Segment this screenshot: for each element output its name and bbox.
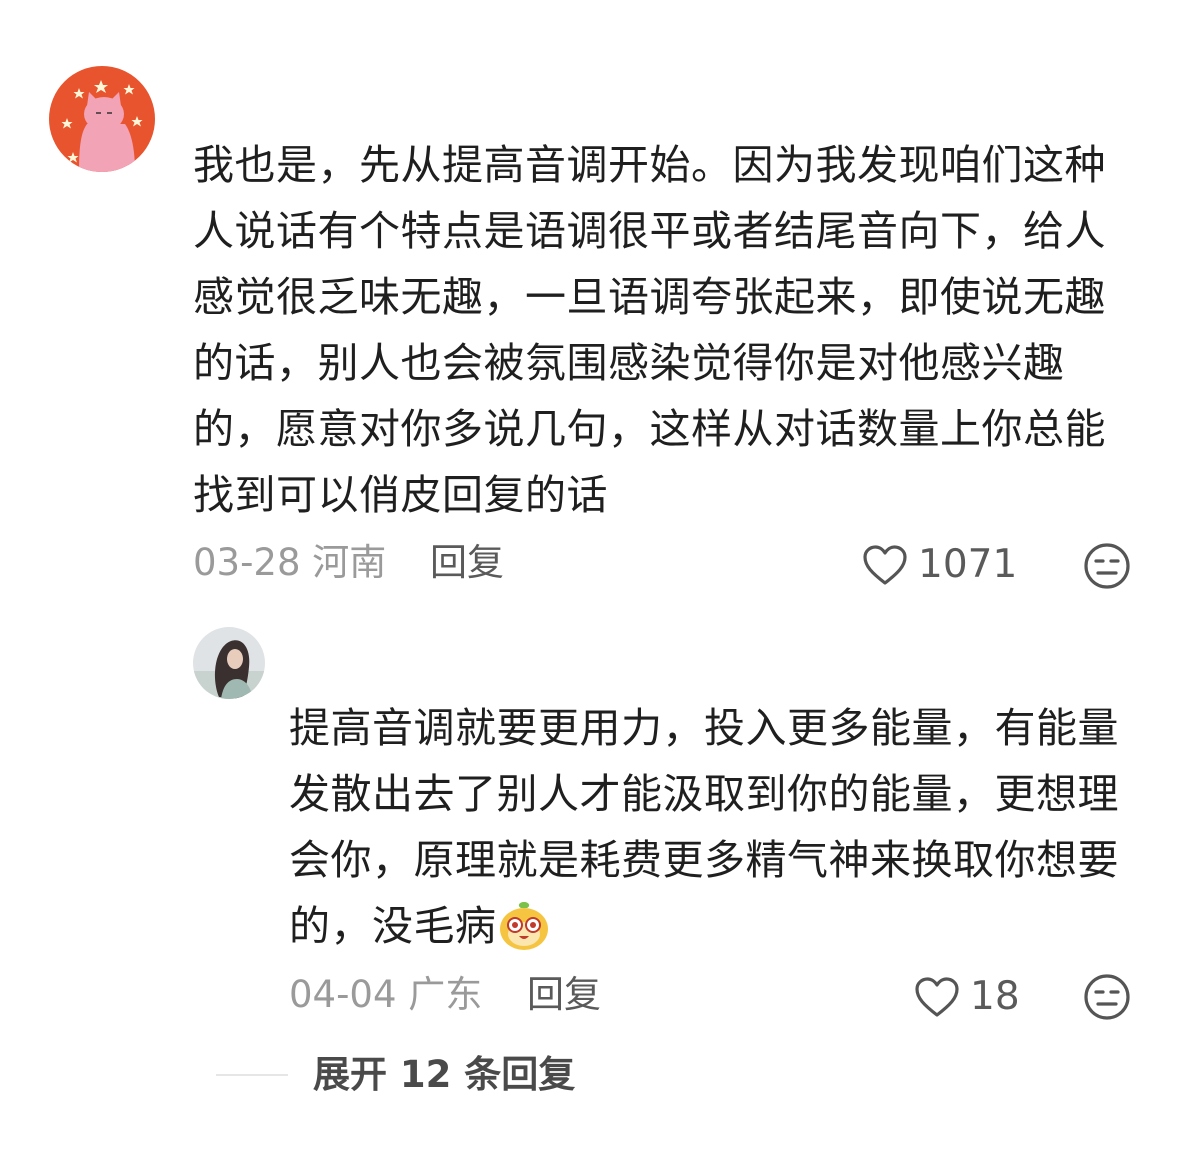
comment-avatar[interactable] [49, 66, 155, 172]
expand-replies-button[interactable]: 展开 12 条回复 [313, 1050, 575, 1100]
meh-face-icon [1084, 974, 1130, 1020]
reply-text: 提高音调就要更用力，投入更多能量，有能量发散出去了别人才能汲取到你的能量，更想理… [289, 695, 1129, 959]
smile-emoji-icon [499, 902, 548, 950]
comment-date: 03-28 [193, 541, 301, 584]
reply-dislike-button[interactable] [1083, 973, 1131, 1025]
comment-text: 我也是，先从提高音调开始。因为我发现咱们这种人说话有个特点是语调很平或者结尾音向… [193, 141, 1106, 519]
reply-date: 04-04 [289, 973, 397, 1016]
heart-icon [863, 545, 907, 585]
reply-avatar[interactable] [193, 627, 265, 699]
comment-dislike-button[interactable] [1083, 542, 1131, 594]
reply-location: 广东 [408, 973, 483, 1016]
comment-meta: 03-28 河南 [193, 538, 386, 588]
comment-location: 河南 [312, 541, 387, 584]
girl-photo-avatar-icon [193, 627, 265, 699]
heart-icon [915, 977, 959, 1017]
meh-face-icon [1084, 543, 1130, 589]
reply-reply-button[interactable]: 回复 [527, 970, 601, 1020]
reply-text-body: 提高音调就要更用力，投入更多能量，有能量发散出去了别人才能汲取到你的能量，更想理… [289, 704, 1119, 950]
expand-divider [216, 1074, 288, 1076]
pink-cat-avatar-icon [49, 66, 155, 172]
comment-like-count: 1071 [918, 542, 1018, 587]
reply-like-button[interactable]: 18 [914, 969, 1020, 1025]
comment-reply-button[interactable]: 回复 [430, 538, 504, 588]
comment-like-button[interactable]: 1071 [862, 537, 1017, 593]
reply-like-count: 18 [970, 974, 1020, 1019]
reply-meta: 04-04 广东 [289, 970, 482, 1020]
